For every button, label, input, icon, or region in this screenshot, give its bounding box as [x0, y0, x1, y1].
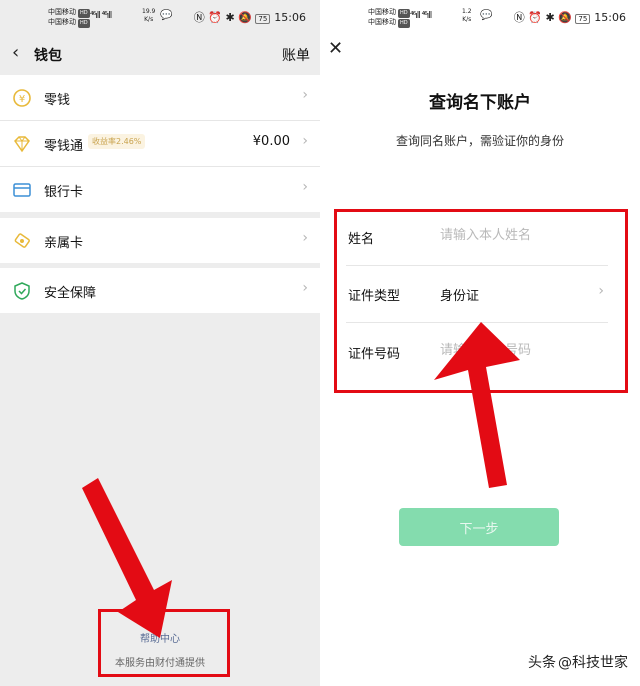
clock: 15:06 [274, 11, 306, 24]
watermark-prefix: 头条 [528, 655, 556, 671]
status-bar: 中国移动 HD 中国移动 HD ⁴⁶ıll ⁴⁶ıll 1.2 K/s 💬 Ⓝ ⏰ … [320, 0, 640, 36]
wallet-header: ‹ 钱包 账单 [0, 36, 320, 74]
signal-icon: ⁴⁶ıll ⁴⁶ıll [410, 11, 432, 21]
carrier-info: 中国移动 HD 中国移动 HD [48, 8, 90, 28]
page-title: 钱包 [34, 48, 62, 64]
chat-icon: 💬 [480, 10, 493, 21]
watermark: 头条 @科技世家 [528, 652, 628, 672]
hd-badge: HD [398, 9, 410, 18]
carrier-info: 中国移动 HD 中国移动 HD [368, 8, 410, 28]
battery-icon: 75 [255, 14, 271, 24]
page-subtitle: 查询同名账户，需验证你的身份 [395, 134, 564, 148]
status-bar: 中国移动 HD 中国移动 HD ⁴⁶ıll ⁴⁶ıll 19.9 K/s 💬 Ⓝ ⏰… [0, 0, 320, 36]
shield-icon [14, 282, 30, 300]
carrier-name: 中国移动 [368, 18, 396, 26]
notification-icons: 💬 [160, 10, 172, 21]
back-icon[interactable]: ‹ [12, 42, 19, 63]
status-right: Ⓝ ⏰ ✱ 🔕 75 15:06 [194, 9, 306, 25]
wallet-item-family-card[interactable]: 亲属卡 › [0, 218, 320, 263]
chevron-right-icon: › [302, 230, 308, 246]
wallet-group-security: 安全保障 › [0, 268, 320, 313]
chevron-right-icon: › [302, 280, 308, 296]
page-title: 查询名下账户 [429, 93, 531, 113]
bill-button[interactable]: 账单 [282, 45, 310, 65]
query-accounts-screen: 中国移动 HD 中国移动 HD ⁴⁶ıll ⁴⁶ıll 1.2 K/s 💬 Ⓝ ⏰ … [320, 0, 640, 686]
item-label: 银行卡 [44, 185, 84, 200]
wallet-item-lingqiantong[interactable]: 零钱通 收益率2.46% ¥0.00 › [0, 121, 320, 167]
highlight-box [334, 209, 628, 393]
family-card-icon [14, 233, 30, 248]
status-right: Ⓝ ⏰ ✱ 🔕 75 15:06 [514, 9, 626, 25]
close-icon[interactable]: ✕ [328, 38, 343, 59]
hd-badge: HD [78, 19, 90, 28]
chevron-right-icon: › [302, 133, 308, 149]
chevron-right-icon: › [302, 87, 308, 103]
speed-unit: K/s [462, 16, 472, 23]
network-speed: 1.2 K/s [462, 8, 472, 24]
balance-value: ¥0.00 [252, 134, 290, 149]
yield-badge: 收益率2.46% [88, 134, 146, 149]
watermark-author: @科技世家 [558, 655, 628, 671]
carrier-name: 中国移动 [48, 18, 76, 26]
speed-unit: K/s [144, 16, 154, 23]
highlight-box [98, 609, 230, 677]
item-label: 安全保障 [44, 286, 97, 301]
notification-icons: 💬 [480, 10, 492, 21]
item-label: 零钱通 [44, 139, 84, 154]
signal-icon: ⁴⁶ıll ⁴⁶ıll [90, 11, 112, 21]
next-button[interactable]: 下一步 [399, 508, 559, 546]
speed-value: 1.2 [462, 8, 472, 15]
coin-icon: ¥ [13, 89, 31, 107]
wallet-item-security[interactable]: 安全保障 › [0, 268, 320, 313]
clock: 15:06 [594, 11, 626, 24]
wallet-item-change[interactable]: ¥ 零钱 › [0, 75, 320, 121]
wallet-screen: 中国移动 HD 中国移动 HD ⁴⁶ıll ⁴⁶ıll 19.9 K/s 💬 Ⓝ ⏰… [0, 0, 320, 686]
carrier-name: 中国移动 [368, 8, 396, 16]
bank-card-icon [13, 183, 31, 197]
chevron-right-icon: › [302, 179, 308, 195]
item-label: 零钱 [44, 93, 71, 108]
wallet-group-main: ¥ 零钱 › 零钱通 收益率2.46% ¥0.00 › 银行卡 › [0, 75, 320, 212]
hd-badge: HD [398, 19, 410, 28]
nfc-icon: Ⓝ ⏰ ✱ 🔕 [193, 11, 252, 24]
carrier-name: 中国移动 [48, 8, 76, 16]
item-label: 亲属卡 [44, 236, 84, 251]
chat-icon: 💬 [160, 10, 173, 21]
hd-badge: HD [78, 9, 90, 18]
wallet-item-bank-card[interactable]: 银行卡 › [0, 167, 320, 212]
svg-text:¥: ¥ [19, 94, 25, 105]
diamond-icon [14, 136, 30, 153]
speed-value: 19.9 [142, 8, 156, 15]
battery-icon: 75 [575, 14, 591, 24]
network-speed: 19.9 K/s [142, 8, 155, 24]
nfc-icon: Ⓝ ⏰ ✱ 🔕 [513, 11, 572, 24]
wallet-group-family: 亲属卡 › [0, 218, 320, 263]
